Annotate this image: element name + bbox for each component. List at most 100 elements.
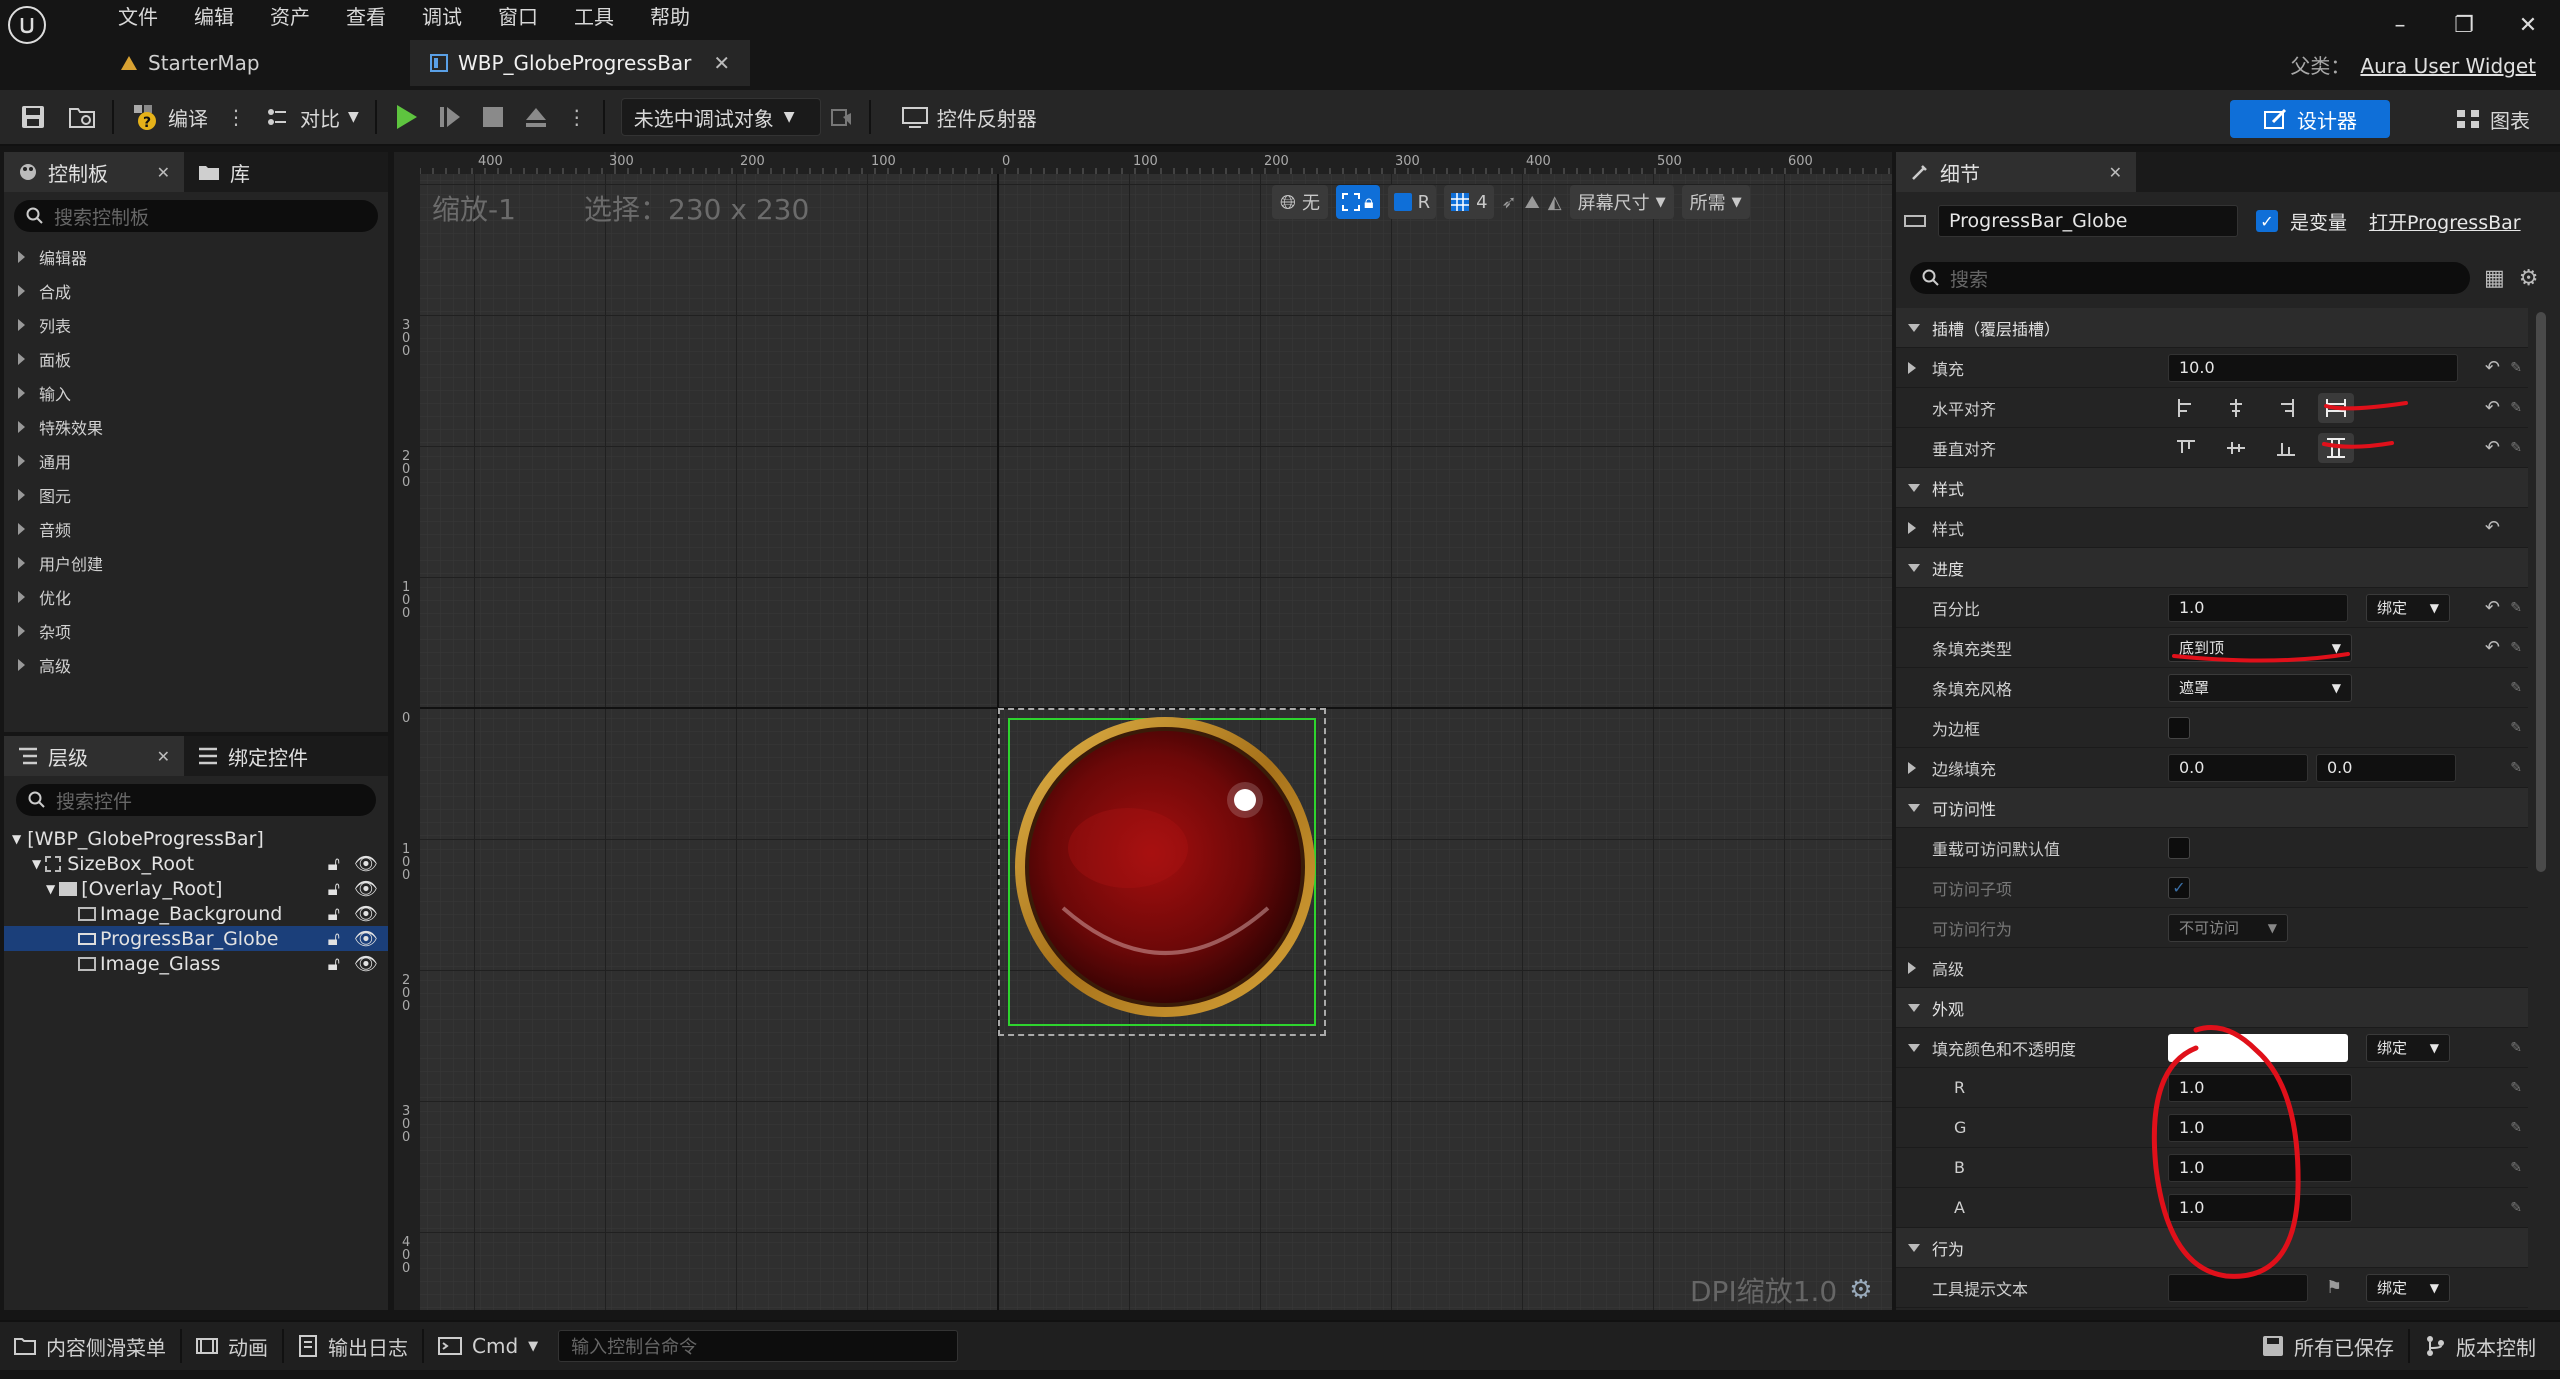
console-input[interactable]: 输入控制台命令 xyxy=(558,1330,959,1362)
diff-icon xyxy=(266,106,292,128)
unreal-logo-icon[interactable] xyxy=(8,6,46,44)
palette-category[interactable]: 杂项 xyxy=(4,614,388,648)
palette-category[interactable]: 优化 xyxy=(4,580,388,614)
tree-item-image-glass[interactable]: Image_Glass 🔓︎ 👁︎ xyxy=(4,951,388,976)
compile-button[interactable]: ? 编译 ⋮ xyxy=(120,89,256,145)
ruler-icon[interactable]: ◭ xyxy=(1548,192,1562,213)
close-icon[interactable]: ✕ xyxy=(157,747,170,766)
palette-category[interactable]: 图元 xyxy=(4,478,388,512)
visibility-eye-icon[interactable]: 👁︎ xyxy=(354,852,378,875)
tab-wbp-globeprogressbar[interactable]: WBP_GlobeProgressBar ✕ xyxy=(410,40,751,86)
respect-lock-toggle[interactable]: 🔒︎ xyxy=(1336,185,1380,219)
expand-arrow-icon[interactable]: ▼ xyxy=(12,832,21,846)
tree-item-image-background[interactable]: Image_Background 🔓︎ 👁︎ xyxy=(4,901,388,926)
stop-icon[interactable] xyxy=(481,105,505,129)
parent-class-link[interactable]: Aura User Widget xyxy=(2360,54,2536,78)
palette-search-input[interactable]: 搜索控制板 xyxy=(14,200,378,232)
tree-item-progressbar-globe[interactable]: ProgressBar_Globe 🔓︎ 👁︎ xyxy=(4,926,388,951)
image-preview-icon[interactable]: ⛰︎ xyxy=(1525,192,1540,213)
tree-item-root[interactable]: ▼ [WBP_GlobeProgressBar] xyxy=(4,826,388,851)
palette-category[interactable]: 编辑器 xyxy=(4,240,388,274)
visibility-eye-icon[interactable]: 👁︎ xyxy=(354,902,378,925)
expand-arrow-icon[interactable]: ▼ xyxy=(32,857,41,871)
close-window-icon[interactable]: ✕ xyxy=(2496,0,2560,50)
tab-palette[interactable]: 控制板 ✕ xyxy=(4,152,184,192)
visibility-eye-icon[interactable]: 👁︎ xyxy=(354,952,378,975)
locale-preview-button[interactable]: 🌐︎ 无 xyxy=(1272,185,1328,219)
palette-category[interactable]: 输入 xyxy=(4,376,388,410)
close-icon[interactable]: ✕ xyxy=(157,163,170,182)
minimize-icon[interactable]: – xyxy=(2368,0,2432,50)
debug-filter-icon[interactable] xyxy=(829,105,853,129)
menu-tools[interactable]: 工具 xyxy=(556,0,632,34)
tree-item-overlay-root[interactable]: ▼ [Overlay_Root] 🔓︎ 👁︎ xyxy=(4,876,388,901)
palette-category[interactable]: 音频 xyxy=(4,512,388,546)
cursor-icon[interactable]: ➶ xyxy=(1502,192,1517,213)
play-icon[interactable] xyxy=(393,103,419,131)
table-view-icon[interactable]: ▦ xyxy=(2484,266,2505,291)
palette-category[interactable]: 通用 xyxy=(4,444,388,478)
visibility-eye-icon[interactable]: 👁︎ xyxy=(354,927,378,950)
hierarchy-search-input[interactable]: 搜索控件 xyxy=(16,784,376,816)
lock-icon[interactable]: 🔓︎ xyxy=(328,903,340,925)
gear-icon[interactable]: ⚙︎ xyxy=(1849,1275,1872,1305)
source-control-button[interactable]: 版本控制 xyxy=(2410,1322,2560,1370)
palette-category[interactable]: 列表 xyxy=(4,308,388,342)
close-icon[interactable]: ✕ xyxy=(713,51,730,75)
graph-mode-button[interactable]: 图表 xyxy=(2456,100,2530,138)
palette-category[interactable]: 合成 xyxy=(4,274,388,308)
all-saved-button[interactable]: 所有已保存 xyxy=(2248,1322,2408,1370)
designer-mode-button[interactable]: 设计器 xyxy=(2230,100,2390,138)
fill-mode-dropdown[interactable]: 所需 ▼ xyxy=(1681,185,1750,219)
debug-target-dropdown[interactable]: 未选中调试对象 ▼ xyxy=(620,98,821,136)
save-icon[interactable] xyxy=(20,104,46,130)
details-scrollbar[interactable] xyxy=(2536,312,2546,872)
menu-asset[interactable]: 资产 xyxy=(252,0,328,34)
widget-name-input[interactable]: ProgressBar_Globe xyxy=(1938,205,2238,237)
expand-arrow-icon[interactable]: ▼ xyxy=(46,882,55,896)
palette-category[interactable]: 面板 xyxy=(4,342,388,376)
grid-snap-toggle[interactable]: 4 xyxy=(1444,185,1494,219)
lock-icon[interactable]: 🔓︎ xyxy=(328,953,340,975)
browse-asset-icon[interactable] xyxy=(68,104,96,130)
is-variable-checkbox[interactable]: ✓ xyxy=(2256,210,2278,232)
lock-icon[interactable]: 🔓︎ xyxy=(328,878,340,900)
widget-reflector-button[interactable]: 控件反射器 xyxy=(877,89,1047,145)
menu-window[interactable]: 窗口 xyxy=(480,0,556,34)
cmd-dropdown[interactable]: Cmd ▼ xyxy=(424,1322,552,1370)
details-search-input[interactable]: 搜索 xyxy=(1910,262,2470,294)
menu-edit[interactable]: 编辑 xyxy=(176,0,252,34)
diff-button[interactable]: 对比 ▼ xyxy=(256,89,369,145)
tab-startermap[interactable]: StarterMap xyxy=(100,40,410,86)
compile-options-icon[interactable]: ⋮ xyxy=(226,105,246,129)
step-forward-icon[interactable] xyxy=(437,104,463,130)
play-options-icon[interactable]: ⋮ xyxy=(567,105,587,129)
designer-viewport[interactable]: 缩放-1 选择：230 x 230 🌐︎ 无 🔒︎ R 4 ➶ ⛰︎ ◭ 屏幕尺… xyxy=(394,152,1892,1310)
close-icon[interactable]: ✕ xyxy=(2109,163,2122,182)
tab-bind-widgets[interactable]: 绑定控件 xyxy=(184,736,322,776)
palette-category[interactable]: 高级 xyxy=(4,648,388,682)
tab-hierarchy[interactable]: 层级 ✕ xyxy=(4,736,184,776)
layout-toggle[interactable]: R xyxy=(1387,185,1437,219)
animation-button[interactable]: 动画 xyxy=(182,1322,282,1370)
settings-gear-icon[interactable]: ⚙︎ xyxy=(2519,266,2539,291)
menu-file[interactable]: 文件 xyxy=(100,0,176,34)
screen-size-dropdown[interactable]: 屏幕尺寸 ▼ xyxy=(1569,185,1674,219)
output-log-button[interactable]: 输出日志 xyxy=(284,1322,422,1370)
lock-icon[interactable]: 🔓︎ xyxy=(328,853,340,875)
palette-category[interactable]: 用户创建 xyxy=(4,546,388,580)
menu-view[interactable]: 查看 xyxy=(328,0,404,34)
tree-item-sizebox-root[interactable]: ▼ SizeBox_Root 🔓︎ 👁︎ xyxy=(4,851,388,876)
globe-widget[interactable] xyxy=(1008,708,1322,1026)
visibility-eye-icon[interactable]: 👁︎ xyxy=(354,877,378,900)
content-drawer-button[interactable]: 内容侧滑菜单 xyxy=(0,1322,180,1370)
palette-category[interactable]: 特殊效果 xyxy=(4,410,388,444)
tab-details[interactable]: 细节 ✕ xyxy=(1896,152,2136,192)
menu-help[interactable]: 帮助 xyxy=(632,0,708,34)
restore-icon[interactable]: ❐ xyxy=(2432,0,2496,50)
menu-debug[interactable]: 调试 xyxy=(404,0,480,34)
tab-library[interactable]: 库 xyxy=(184,152,264,192)
open-progressbar-link[interactable]: 打开ProgressBar xyxy=(2369,208,2521,235)
eject-icon[interactable] xyxy=(523,105,549,129)
lock-icon[interactable]: 🔓︎ xyxy=(328,928,340,950)
